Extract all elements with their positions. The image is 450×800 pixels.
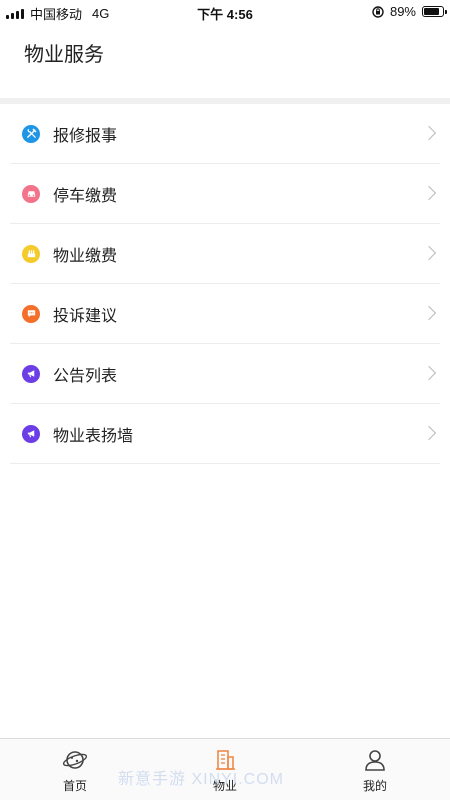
tab-label: 我的: [362, 779, 387, 793]
menu-label: 报修报事: [53, 127, 118, 145]
chevron-right-icon: [421, 425, 437, 440]
menu-item-property-fee[interactable]: 物业缴费: [10, 224, 440, 284]
menu-label: 物业表扬墙: [53, 427, 134, 445]
menu-item-repair[interactable]: 报修报事: [10, 104, 440, 164]
menu-label: 物业缴费: [53, 247, 118, 265]
battery-percent: 89%: [389, 4, 416, 19]
tools-icon: [22, 124, 40, 143]
megaphone-icon: [22, 364, 40, 383]
service-menu: 报修报事 停车缴费 物业缴费 投诉建议 公告列表 物业表扬墙: [0, 104, 450, 464]
menu-item-parking-fee[interactable]: 停车缴费: [10, 164, 440, 224]
chat-icon: [22, 304, 40, 323]
page-title: 物业服务: [24, 44, 104, 66]
menu-item-praise-wall[interactable]: 物业表扬墙: [10, 404, 440, 464]
chevron-right-icon: [421, 125, 437, 140]
megaphone-icon: [22, 424, 40, 443]
status-right: 89%: [372, 4, 447, 19]
menu-item-complaint[interactable]: 投诉建议: [10, 284, 440, 344]
car-icon: [22, 184, 40, 203]
chevron-right-icon: [421, 185, 437, 200]
battery-icon: [422, 6, 447, 17]
watermark: 新意手游 XINYI.COM: [118, 771, 285, 788]
chevron-right-icon: [421, 305, 437, 320]
chevron-right-icon: [421, 245, 437, 260]
orientation-lock-icon: [372, 5, 384, 18]
building-icon: [22, 244, 40, 263]
user-icon: [365, 750, 385, 771]
menu-label: 投诉建议: [53, 307, 118, 325]
menu-label: 停车缴费: [53, 187, 118, 205]
menu-item-notice-list[interactable]: 公告列表: [10, 344, 440, 404]
planet-icon: [62, 751, 88, 769]
status-bar: 中国移动 4G 下午 4:56 89%: [0, 0, 450, 22]
chevron-right-icon: [421, 365, 437, 380]
menu-label: 公告列表: [53, 367, 118, 385]
tab-mine[interactable]: 我的: [300, 739, 450, 800]
